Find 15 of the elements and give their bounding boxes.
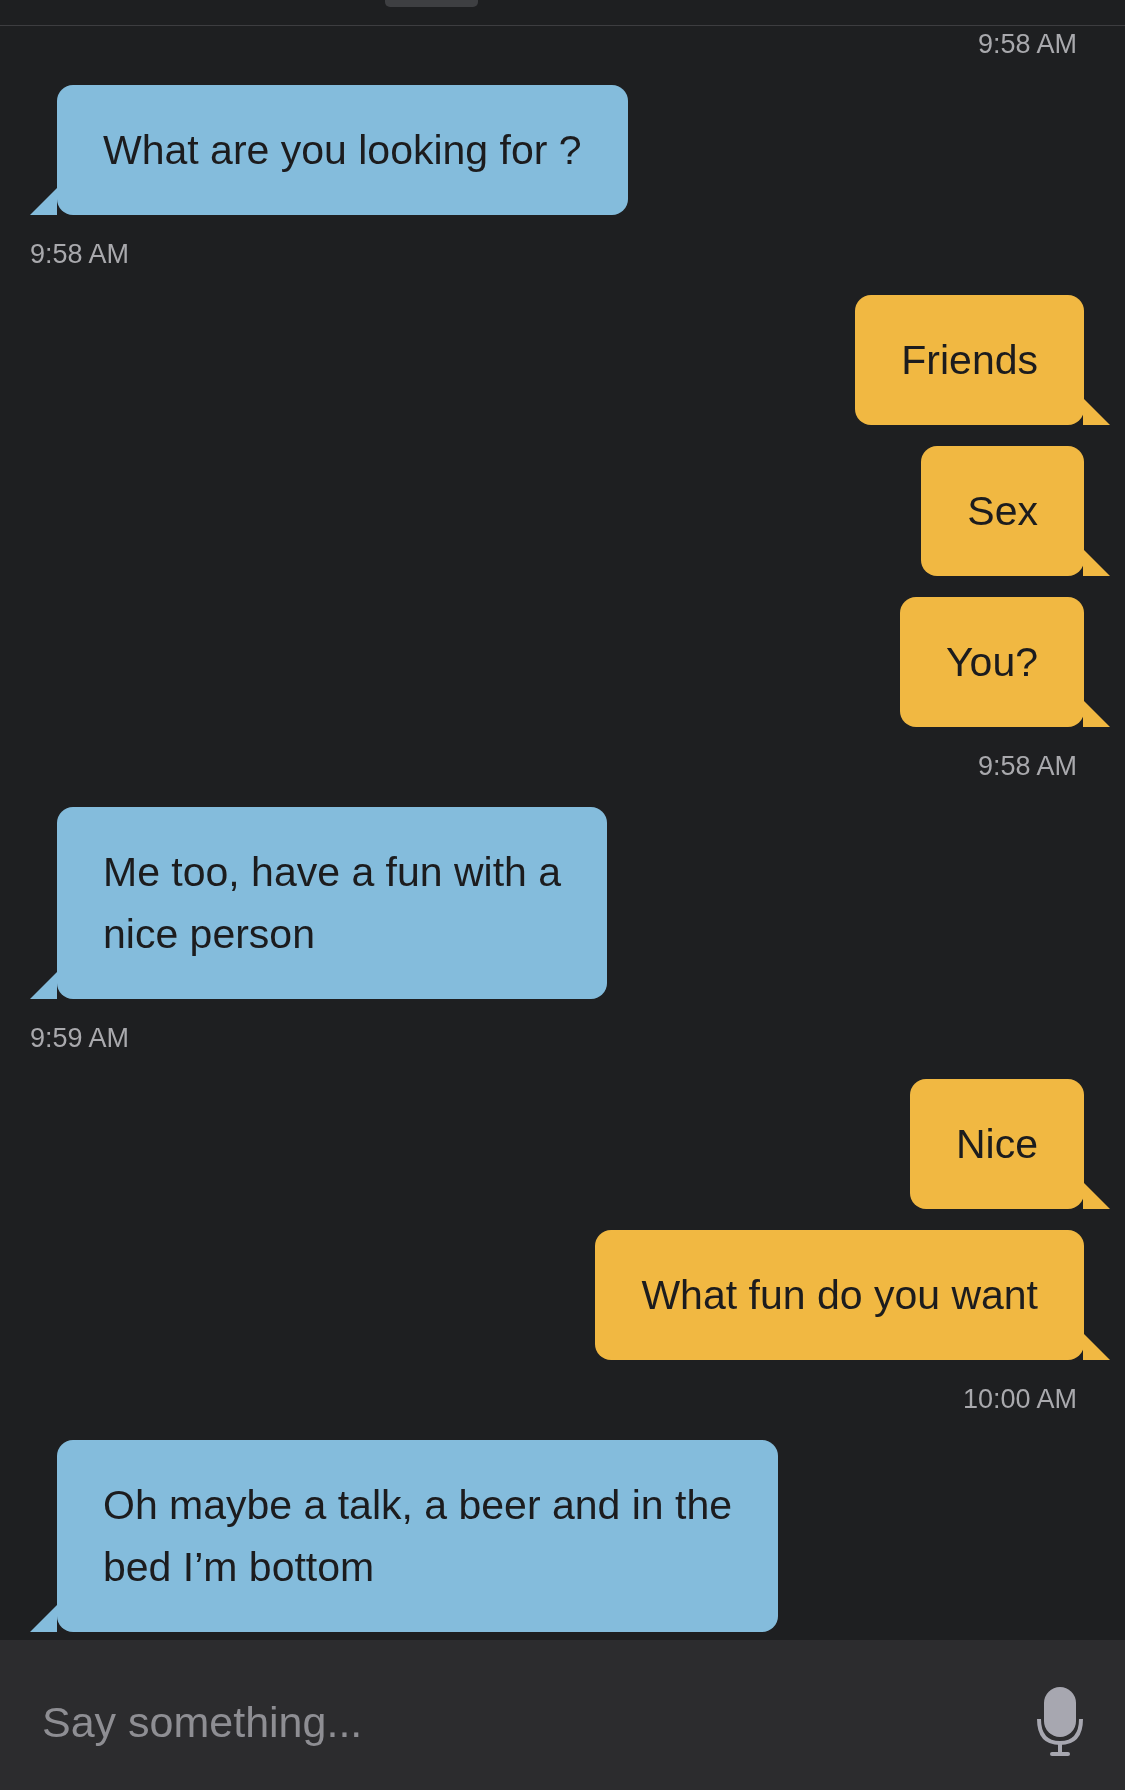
message-bubble: Me too, have a fun with a nice person [30, 807, 608, 999]
timestamp: 9:59 AM [30, 1022, 130, 1054]
timestamp: 10:00 AM [962, 1383, 1077, 1415]
message-bubble: Nice [909, 1079, 1110, 1209]
message-bubble: What are you looking for ? [30, 85, 628, 215]
timestamp: 9:58 AM [977, 28, 1077, 60]
microphone-icon[interactable] [1037, 1687, 1083, 1757]
message-input-field[interactable]: Say something... [0, 1640, 1125, 1790]
message-bubble: Oh maybe a talk, a beer and in the bed I’m bottom [30, 1440, 779, 1632]
message-bubble: What fun do you want [595, 1230, 1110, 1360]
timestamp: 9:58 AM [30, 238, 130, 270]
message-bubble: You? [900, 597, 1110, 727]
message-bubble: Friends [855, 295, 1110, 425]
message-bubble: Sex [921, 446, 1110, 576]
timestamp: 9:58 AM [977, 750, 1077, 782]
